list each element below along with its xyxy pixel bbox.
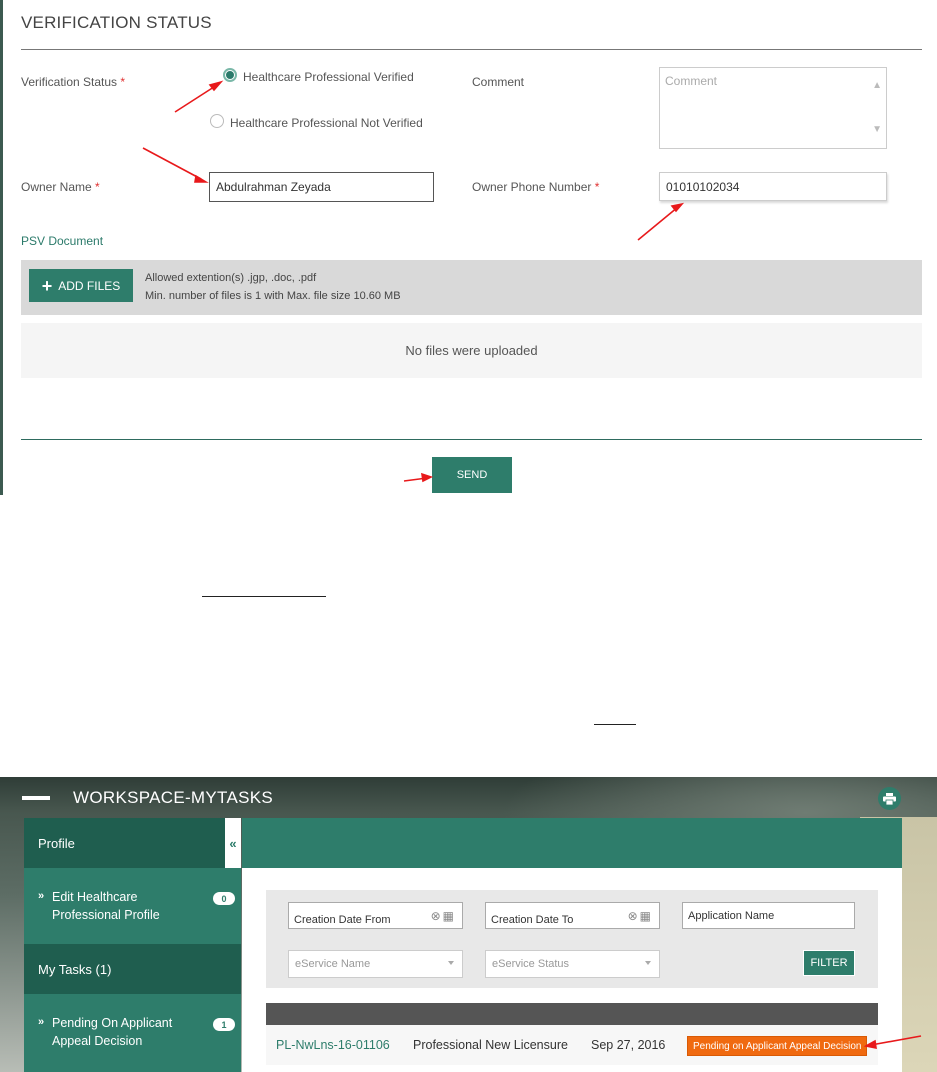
scroll-down-icon[interactable]: ▼	[872, 124, 882, 135]
application-name-placeholder: Application Name	[688, 910, 775, 922]
eservice-name-select[interactable]: eService Name	[288, 950, 463, 978]
sidebar-my-tasks-header[interactable]: My Tasks (1)	[24, 944, 241, 994]
table-row[interactable]: PL-NwLns-16-01106 Professional New Licen…	[266, 1025, 878, 1065]
sidebar: Profile « » Edit Healthcare Professional…	[24, 818, 241, 1072]
verification-status-label: Verification Status *	[21, 75, 125, 89]
add-files-label: ADD FILES	[58, 278, 121, 293]
main-content: Creation Date From ⊗▦ Creation Date To ⊗…	[242, 868, 902, 1072]
panel-left-border	[0, 0, 3, 495]
application-id-link[interactable]: PL-NwLns-16-01106	[276, 1038, 390, 1052]
sidebar-item-label: Edit Healthcare Professional Profile	[52, 888, 160, 924]
sidebar-item-edit-profile[interactable]: » Edit Healthcare Professional Profile 0	[24, 868, 241, 944]
eservice-name-value: eService Name	[295, 958, 371, 970]
radio-verified[interactable]	[223, 68, 237, 82]
eservice-status-select[interactable]: eService Status	[485, 950, 660, 978]
section-title: VERIFICATION STATUS	[21, 13, 212, 32]
owner-name-input[interactable]: Abdulrahman Zeyada	[209, 172, 434, 202]
sidebar-item-label-line1: Pending On Applicant	[52, 1016, 173, 1030]
sidebar-item-label: Pending On Applicant Appeal Decision	[52, 1014, 172, 1050]
verification-form: VERIFICATION STATUS Verification Status …	[0, 0, 937, 495]
clear-calendar-icon[interactable]: ⊗▦	[431, 909, 456, 923]
file-limits: Min. number of files is 1 with Max. file…	[145, 290, 401, 302]
creation-date-from-input[interactable]: Creation Date From ⊗▦	[288, 902, 463, 929]
no-files-message: No files were uploaded	[405, 343, 538, 358]
status-badge: Pending on Applicant Appeal Decision	[687, 1036, 868, 1056]
plus-icon: +	[41, 275, 53, 296]
workspace-panel: WORKSPACE-MYTASKS Profile « » Edit Healt…	[0, 777, 937, 1072]
date-cell: Sep 27, 2016	[591, 1038, 666, 1052]
sidebar-item-label-line2: Professional Profile	[52, 908, 160, 922]
radio-not-verified[interactable]	[210, 114, 224, 128]
collapse-sidebar-icon[interactable]: «	[225, 818, 241, 868]
creation-date-from-placeholder: Creation Date From	[294, 914, 391, 926]
menu-toggle-icon[interactable]	[22, 796, 50, 800]
verification-status-text: Verification Status	[21, 75, 118, 89]
allowed-extensions: Allowed extention(s) .jgp, .doc, .pdf	[145, 272, 317, 284]
owner-phone-text: Owner Phone Number	[472, 180, 592, 194]
sidebar-item-label-line2: Appeal Decision	[52, 1034, 143, 1048]
print-button[interactable]	[878, 787, 901, 810]
chevron-down-icon	[448, 961, 454, 965]
required-mark: *	[120, 75, 126, 89]
required-mark: *	[95, 180, 100, 194]
owner-name-value: Abdulrahman Zeyada	[216, 180, 331, 194]
owner-name-label: Owner Name *	[21, 180, 100, 194]
comment-label: Comment	[472, 75, 525, 89]
table-header	[266, 1003, 878, 1025]
radio-not-verified-label: Healthcare Professional Not Verified	[230, 116, 423, 130]
scroll-up-icon[interactable]: ▲	[872, 80, 882, 91]
title-divider	[21, 49, 922, 50]
annotation-underline	[594, 724, 636, 725]
filter-panel: Creation Date From ⊗▦ Creation Date To ⊗…	[266, 890, 878, 988]
eservice-status-value: eService Status	[492, 958, 570, 970]
sidebar-profile-header[interactable]: Profile	[24, 818, 225, 868]
annotation-underline	[202, 596, 326, 597]
file-rules: Allowed extention(s) .jgp, .doc, .pdf Mi…	[145, 269, 401, 305]
clear-calendar-icon[interactable]: ⊗▦	[628, 909, 653, 923]
application-name-input[interactable]: Application Name	[682, 902, 855, 929]
add-files-button[interactable]: + ADD FILES	[29, 269, 133, 302]
owner-phone-input[interactable]: 01010102034	[659, 172, 887, 201]
print-icon	[883, 792, 896, 805]
owner-name-text: Owner Name	[21, 180, 92, 194]
workspace-title: WORKSPACE-MYTASKS	[73, 788, 273, 807]
main-header-bar	[242, 818, 902, 868]
chevron-right-icon: »	[38, 1016, 45, 1028]
creation-date-to-input[interactable]: Creation Date To ⊗▦	[485, 902, 660, 929]
psv-document-label: PSV Document	[21, 234, 104, 248]
radio-verified-label: Healthcare Professional Verified	[243, 70, 414, 84]
creation-date-to-placeholder: Creation Date To	[491, 914, 574, 926]
send-button[interactable]: SEND	[432, 457, 512, 493]
comment-placeholder: Comment	[665, 74, 718, 88]
chevron-down-icon	[645, 961, 651, 965]
chevron-right-icon: »	[38, 890, 45, 902]
footer-divider	[21, 439, 922, 440]
owner-phone-label: Owner Phone Number *	[472, 180, 599, 194]
sidebar-item-label-line1: Edit Healthcare	[52, 890, 138, 904]
filter-button[interactable]: FILTER	[803, 950, 855, 976]
uploaded-files-list: No files were uploaded	[21, 323, 922, 378]
owner-phone-value: 01010102034	[666, 179, 740, 194]
service-name-cell: Professional New Licensure	[413, 1038, 568, 1052]
file-upload-bar: + ADD FILES Allowed extention(s) .jgp, .…	[21, 260, 922, 315]
sidebar-item-pending[interactable]: » Pending On Applicant Appeal Decision 1	[24, 994, 241, 1072]
required-mark: *	[594, 180, 600, 194]
count-badge: 1	[213, 1018, 235, 1031]
count-badge: 0	[213, 892, 235, 905]
comment-textarea[interactable]: Comment ▲ ▼	[659, 67, 887, 149]
